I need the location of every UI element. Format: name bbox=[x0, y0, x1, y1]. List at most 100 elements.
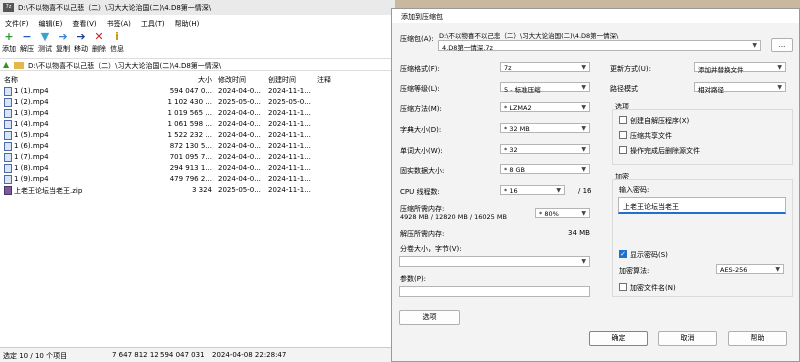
file-created: 2024-11-1... bbox=[268, 153, 311, 161]
video-file-icon bbox=[4, 109, 12, 118]
column-modified[interactable]: 修改时间 bbox=[218, 75, 263, 85]
toolbar-button-6[interactable]: i 信息 bbox=[108, 30, 126, 56]
file-row[interactable]: 上老王论坛当老王.zip 3 324 2025-05-0... 2024-11-1..… bbox=[0, 185, 395, 196]
params-label: 参数(P): bbox=[400, 275, 427, 283]
toolbar-button-label: 解压 bbox=[20, 45, 34, 53]
solid-select[interactable]: * 8 GB ▼ bbox=[500, 164, 590, 174]
word-select[interactable]: * 32 ▼ bbox=[500, 144, 590, 154]
minus-icon: − bbox=[22, 30, 32, 43]
path-text[interactable]: D:\不以物喜不以己悲（二）\习大大论治国(二)\4.D8第一情深\ bbox=[28, 61, 221, 71]
video-file-icon bbox=[4, 164, 12, 173]
up-folder-icon[interactable]: ▲ bbox=[3, 60, 9, 69]
file-row[interactable]: 1 (7).mp4 701 095 7... 2024-04-0... 2024-11… bbox=[0, 152, 395, 163]
archive-name-combo[interactable]: 4.D8第一情深.7z ▼ bbox=[438, 40, 761, 52]
file-size: 701 095 7... bbox=[169, 153, 212, 161]
toolbar-button-5[interactable]: ✕ 删除 bbox=[90, 30, 108, 56]
ok-button[interactable]: 确定 bbox=[589, 331, 648, 346]
path-bar[interactable]: ▲ D:\不以物喜不以己悲（二）\习大大论治国(二)\4.D8第一情深\ bbox=[0, 58, 395, 71]
menu-item-3[interactable]: 书签(A) bbox=[102, 16, 136, 29]
file-modified: 2024-04-0... bbox=[218, 142, 261, 150]
file-row[interactable]: 1 (5).mp4 1 522 232 ... 2024-04-0... 2024-1… bbox=[0, 130, 395, 141]
menu-bar: 文件(F) 编辑(E) 查看(V) 书签(A) 工具(T) 帮助(H) bbox=[0, 16, 395, 29]
file-created: 2024-11-1... bbox=[268, 109, 311, 117]
password-input[interactable]: 上老王论坛当老王 bbox=[618, 197, 786, 214]
file-manager-window: 7z D:\不以物喜不以己悲（二）\习大大论治国(二)\4.D8第一情深\ 文件… bbox=[0, 0, 395, 362]
file-modified: 2024-04-0... bbox=[218, 175, 261, 183]
file-row[interactable]: 1 (6).mp4 872 130 5... 2024-04-0... 2024-11… bbox=[0, 141, 395, 152]
window-title: D:\不以物喜不以己悲（二）\习大大论治国(二)\4.D8第一情深\ bbox=[18, 4, 212, 12]
method-label: 压缩方法(M): bbox=[400, 105, 442, 113]
status-timestamp: 2024-04-08 22:28:47 bbox=[212, 351, 287, 359]
toolbar-button-0[interactable]: + 添加 bbox=[0, 30, 18, 56]
path-mode-select[interactable]: 相对路径 ▼ bbox=[694, 82, 786, 94]
level-select[interactable]: 5 - 标准压缩 ▼ bbox=[500, 82, 590, 94]
column-name[interactable]: 名称 bbox=[4, 75, 104, 85]
column-created[interactable]: 创建时间 bbox=[268, 75, 313, 85]
copy-arrow-icon: ➔ bbox=[58, 30, 68, 43]
file-name: 1 (6).mp4 bbox=[14, 142, 49, 150]
status-selected: 选定 10 / 10 个项目 bbox=[3, 352, 68, 360]
file-size: 3 324 bbox=[191, 186, 212, 194]
options-button[interactable]: 选项 bbox=[399, 310, 460, 325]
encrypt-names-checkbox[interactable] bbox=[619, 283, 627, 291]
file-row[interactable]: 1 (3).mp4 1 019 565 ... 2024-04-0... 2024-1… bbox=[0, 108, 395, 119]
menu-item-0[interactable]: 文件(F) bbox=[0, 16, 34, 29]
archive-name-value: 4.D8第一情深.7z bbox=[442, 44, 493, 52]
video-file-icon bbox=[4, 142, 12, 151]
encrypt-names-label: 加密文件名(N) bbox=[630, 284, 676, 292]
format-select[interactable]: 7z ▼ bbox=[500, 62, 590, 72]
cpu-select[interactable]: * 16 ▼ bbox=[500, 185, 565, 195]
column-note[interactable]: 注释 bbox=[317, 75, 357, 85]
shared-label: 压缩共享文件 bbox=[630, 132, 672, 140]
file-name: 1 (8).mp4 bbox=[14, 164, 49, 172]
file-name: 1 (1).mp4 bbox=[14, 87, 49, 95]
enc-method-value: AES-256 bbox=[720, 266, 748, 274]
chevron-down-icon: ▼ bbox=[777, 84, 782, 91]
method-select[interactable]: * LZMA2 ▼ bbox=[500, 102, 590, 112]
sfx-checkbox[interactable] bbox=[619, 116, 627, 124]
zip-file-icon bbox=[4, 186, 12, 195]
mem-percent-select[interactable]: * 80% ▼ bbox=[535, 208, 590, 218]
update-select[interactable]: 添加并替换文件 ▼ bbox=[694, 62, 786, 74]
split-combo[interactable]: ▼ bbox=[399, 256, 590, 267]
column-size[interactable]: 大小 bbox=[120, 75, 212, 85]
params-input[interactable] bbox=[399, 286, 590, 297]
file-modified: 2024-04-0... bbox=[218, 109, 261, 117]
sfx-label: 创建自解压程序(X) bbox=[630, 117, 690, 125]
menu-item-5[interactable]: 帮助(H) bbox=[170, 16, 205, 29]
file-created: 2024-11-1... bbox=[268, 87, 311, 95]
level-label: 压缩等级(L): bbox=[400, 85, 440, 93]
split-label: 分卷大小，字节(V): bbox=[400, 245, 462, 253]
show-password-checkbox[interactable]: ✓ bbox=[619, 250, 627, 258]
enc-method-select[interactable]: AES-256 ▼ bbox=[716, 264, 784, 274]
toolbar-button-1[interactable]: − 解压 bbox=[18, 30, 36, 56]
shared-checkbox[interactable] bbox=[619, 131, 627, 139]
file-row[interactable]: 1 (4).mp4 1 061 598 ... 2024-04-0... 2024-1… bbox=[0, 119, 395, 130]
format-label: 压缩格式(F): bbox=[400, 65, 440, 73]
show-password-label: 显示密码(S) bbox=[630, 251, 668, 259]
file-size: 1 522 232 ... bbox=[167, 131, 212, 139]
video-file-icon bbox=[4, 131, 12, 140]
toolbar-button-2[interactable]: ▼ 测试 bbox=[36, 30, 54, 56]
menu-item-4[interactable]: 工具(T) bbox=[136, 16, 170, 29]
toolbar-button-4[interactable]: ➔ 移动 bbox=[72, 30, 90, 56]
menu-item-1[interactable]: 编辑(E) bbox=[34, 16, 68, 29]
dict-select[interactable]: * 32 MB ▼ bbox=[500, 123, 590, 133]
chevron-down-icon: ▼ bbox=[777, 64, 782, 71]
method-value: * LZMA2 bbox=[504, 104, 532, 112]
file-row[interactable]: 1 (8).mp4 294 913 1... 2024-04-0... 2024-11… bbox=[0, 163, 395, 174]
toolbar-button-3[interactable]: ➔ 复制 bbox=[54, 30, 72, 56]
file-row[interactable]: 1 (1).mp4 594 047 0... 2024-04-0... 2024-11… bbox=[0, 86, 395, 97]
file-modified: 2025-05-0... bbox=[218, 186, 261, 194]
file-row[interactable]: 1 (2).mp4 1 102 430 ... 2025-05-0... 2025-0… bbox=[0, 97, 395, 108]
file-row[interactable]: 1 (9).mp4 479 796 2... 2024-04-0... 2024-11… bbox=[0, 174, 395, 185]
help-button[interactable]: 帮助 bbox=[728, 331, 787, 346]
solid-value: * 8 GB bbox=[504, 166, 526, 174]
cancel-button[interactable]: 取消 bbox=[658, 331, 717, 346]
file-created: 2024-11-1... bbox=[268, 142, 311, 150]
delete-checkbox[interactable] bbox=[619, 146, 627, 154]
file-modified: 2024-04-0... bbox=[218, 120, 261, 128]
browse-button[interactable]: ... bbox=[771, 38, 793, 52]
password-value: 上老王论坛当老王 bbox=[623, 203, 679, 211]
menu-item-2[interactable]: 查看(V) bbox=[67, 16, 101, 29]
